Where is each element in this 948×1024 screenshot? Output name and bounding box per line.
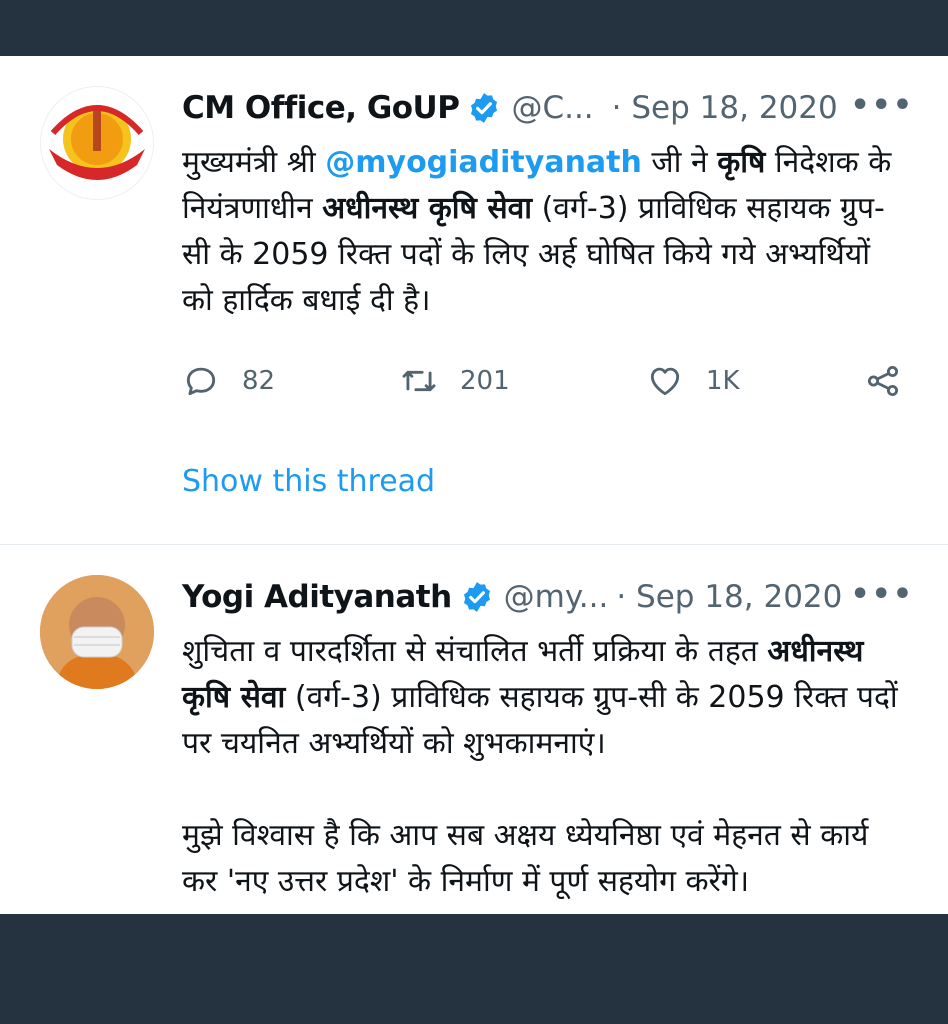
bold-text: कृषि bbox=[717, 145, 766, 180]
tweet-header: Yogi Adityanath @my... · Sep 18, 2020 ••… bbox=[182, 575, 918, 619]
like-button[interactable]: 1K bbox=[646, 356, 740, 406]
tweet-yogi-adityanath[interactable]: Yogi Adityanath @my... · Sep 18, 2020 ••… bbox=[0, 545, 948, 914]
verified-badge-icon bbox=[471, 93, 498, 123]
retweet-icon bbox=[402, 370, 436, 392]
tweet-header: CM Office, GoUP @C... · Sep 18, 2020 ••• bbox=[182, 86, 918, 130]
author-name[interactable]: CM Office, GoUP bbox=[182, 90, 460, 126]
mention-link[interactable]: @myogiadityanath bbox=[325, 145, 642, 180]
more-icon[interactable]: ••• bbox=[850, 577, 914, 612]
timeline-card: CM Office, GoUP @C... · Sep 18, 2020 •••… bbox=[0, 56, 948, 914]
retweet-button[interactable]: 201 bbox=[400, 356, 510, 406]
like-count: 1K bbox=[706, 366, 740, 396]
tweet-text: मुख्यमंत्री श्री @myogiadityanath जी ने … bbox=[182, 140, 908, 324]
tweet-date[interactable]: · Sep 18, 2020 bbox=[616, 579, 842, 615]
avatar-yogi-adityanath[interactable] bbox=[40, 575, 154, 689]
avatar-cm-office[interactable] bbox=[40, 86, 154, 200]
reply-count: 82 bbox=[242, 366, 276, 396]
emblem-logo-icon bbox=[41, 87, 153, 199]
tweet-actions: 82 201 1K bbox=[182, 356, 912, 406]
heart-icon bbox=[650, 367, 680, 396]
text-segment: (वर्ग-3) प्राविधिक सहायक ग्रुप-सी के 205… bbox=[182, 680, 898, 761]
text-segment: मुख्यमंत्री श्री bbox=[182, 145, 326, 180]
tweet-text: शुचिता व पारदर्शिता से संचालित भर्ती प्र… bbox=[182, 629, 908, 905]
tweet-cm-office[interactable]: CM Office, GoUP @C... · Sep 18, 2020 •••… bbox=[0, 56, 948, 544]
paragraph: शुचिता व पारदर्शिता से संचालित भर्ती प्र… bbox=[182, 629, 908, 767]
share-icon bbox=[867, 365, 899, 397]
profile-photo-icon bbox=[40, 575, 154, 689]
text-segment: जी ने bbox=[641, 145, 718, 180]
share-button[interactable] bbox=[864, 356, 924, 406]
verified-badge-icon bbox=[463, 582, 490, 612]
tweet-date[interactable]: · Sep 18, 2020 bbox=[612, 90, 838, 126]
paragraph: मुझे विश्वास है कि आप सब अक्षय ध्येयनिष्… bbox=[182, 818, 869, 899]
text-segment: शुचिता व पारदर्शिता से संचालित भर्ती प्र… bbox=[182, 634, 768, 669]
retweet-count: 201 bbox=[460, 366, 510, 396]
more-icon[interactable]: ••• bbox=[850, 88, 914, 123]
author-handle[interactable]: @my... bbox=[504, 579, 609, 615]
author-handle[interactable]: @C... bbox=[511, 90, 593, 126]
author-name[interactable]: Yogi Adityanath bbox=[182, 579, 452, 615]
reply-button[interactable]: 82 bbox=[182, 356, 275, 406]
show-thread-link[interactable]: Show this thread bbox=[182, 464, 435, 499]
reply-icon bbox=[186, 367, 216, 396]
bold-text: अधीनस्थ कृषि सेवा bbox=[322, 191, 533, 226]
